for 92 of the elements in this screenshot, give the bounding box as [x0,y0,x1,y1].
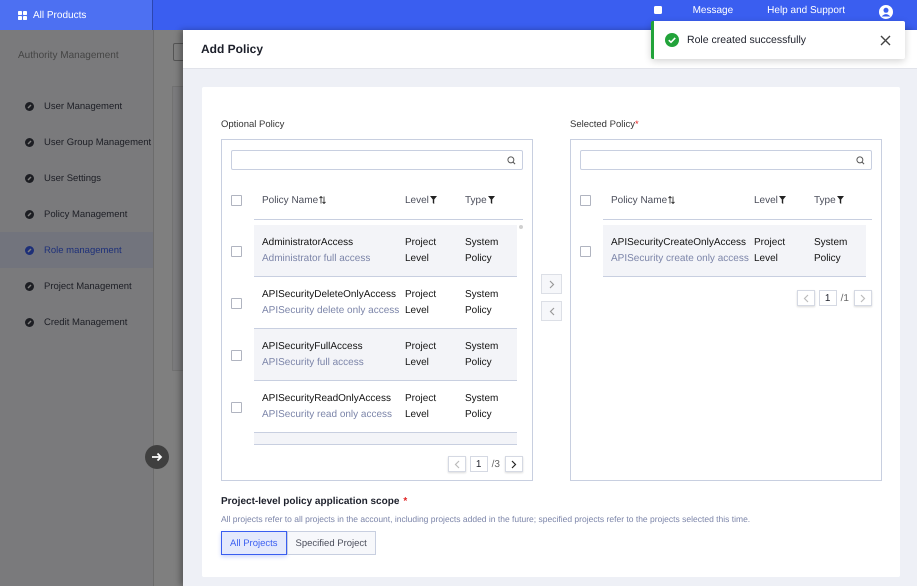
page-total: /3 [492,458,500,470]
checkbox[interactable] [231,402,242,412]
menu-item-icon [25,174,34,182]
column-header[interactable]: Level [405,194,429,206]
sidebar-item[interactable]: User Group Management [0,124,153,160]
chevron-right-icon [511,460,517,468]
policy-description: APISecurity create only access [611,253,750,264]
search-icon [856,156,865,164]
panel-label: Selected Policy [570,119,635,132]
table-cell-text: System Policy [465,288,500,318]
column-header[interactable]: Policy Name [611,194,668,206]
checkbox[interactable] [231,194,242,206]
table-cell-text: System Policy [465,392,500,422]
success-icon [665,33,679,47]
checkbox[interactable] [580,246,591,256]
arrow-right-icon [151,452,163,462]
sidebar-title: Authority Management [17,49,120,63]
chevron-right-icon [860,294,866,302]
panel-label: Optional Policy [221,119,284,132]
sort-icon[interactable] [668,196,676,204]
menu-item-icon [25,102,34,110]
previous-page-button[interactable] [796,290,815,306]
column-header[interactable]: Type [465,194,487,206]
avatar-icon[interactable] [879,5,893,19]
close-icon[interactable] [880,34,891,46]
policy-name: APISecurityCreateOnlyAccess [611,237,748,248]
column-header[interactable]: Type [814,194,836,206]
checkbox[interactable] [231,350,242,360]
search-field[interactable] [580,150,872,170]
search-field[interactable] [231,150,523,170]
table-cell-text: System Policy [465,236,500,266]
grid-icon [18,10,27,20]
scope-title: Project-level policy application scope [221,496,400,507]
policy-name: APISecurityDeleteOnlyAccess [262,289,397,300]
page-number-field[interactable]: 1 [470,456,488,472]
chevron-right-icon [548,280,554,288]
chevron-left-icon [454,460,460,468]
filter-icon[interactable] [778,196,786,204]
menu-item-icon [25,138,34,146]
required-mark: * [403,496,408,507]
checkbox[interactable] [231,298,242,308]
filter-icon[interactable] [430,196,437,204]
sidebar-item[interactable]: Policy Management [0,196,153,232]
drawer-title: Add Policy [201,42,264,56]
filter-icon[interactable] [488,196,495,204]
sort-icon[interactable] [319,196,326,204]
table-cell-text: Project Level [405,236,438,266]
table-cell-text: System Policy [465,340,500,370]
scrollbar-thumb[interactable] [519,225,523,229]
policy-description: Administrator full access [262,253,372,264]
policy-description: APISecurity read only access [262,409,394,420]
previous-page-button[interactable] [448,456,466,472]
sidebar-item[interactable]: Project Management [0,268,153,304]
toast-message: Role created successfully [687,34,808,46]
table-row[interactable]: APISecurityCreateOnlyAccess APISecurity create only access Project Level System Policy [603,225,866,277]
table-cell-text: Project Level [754,236,786,266]
menu-item-icon [25,282,34,290]
menu-item-icon [25,246,34,254]
sidebar-item[interactable]: User Settings [0,160,153,196]
top-bar-link[interactable]: Help and Support [767,5,845,16]
page-total: /1 [840,292,849,304]
filter-icon[interactable] [836,196,844,204]
column-header[interactable]: Level [754,194,778,206]
page-number-field[interactable]: 1 [818,290,837,306]
chevron-left-icon [802,294,809,302]
required-mark: * [634,119,639,132]
policy-description: APISecurity delete only access [262,305,400,316]
table-cell-text: Project Level [405,340,438,370]
table-row[interactable]: AdministratorAccess Administrator full access Project Level System Policy [254,225,517,277]
checkbox[interactable] [580,194,591,206]
top-bar-link[interactable]: Message [692,5,734,16]
table-cell-text: Project Level [405,288,438,318]
scope-option[interactable]: Specified Project [286,531,376,555]
scope-option[interactable]: All Projects [221,531,287,555]
table-cell-text: Project Level [405,392,438,422]
sidebar-item[interactable]: User Management [0,88,153,124]
policy-name: APISecurityReadOnlyAccess [262,393,392,404]
policy-name: AdministratorAccess [262,237,354,248]
menu-item-icon [25,210,34,218]
search-icon [507,156,516,164]
next-page-button[interactable] [505,456,523,472]
all-products-button[interactable]: All Products [0,0,153,30]
policy-name: APISecurityFullAccess [262,341,364,352]
table-cell-text: System Policy [814,236,848,266]
table-row[interactable]: APISecurityFullAccess APISecurity full access Project Level System Policy [254,329,517,381]
policy-description: APISecurity full access [262,357,365,368]
column-header[interactable]: Policy Name [262,194,318,206]
scope-description: All projects refer to all projects in the account, including projects added in the future; specified projects refer to the projects selected this time. [221,514,752,524]
menu-item-icon [25,318,34,326]
chevron-left-icon [548,306,554,316]
sidebar-item[interactable]: Credit Management [0,304,153,340]
checkbox[interactable] [231,246,242,256]
